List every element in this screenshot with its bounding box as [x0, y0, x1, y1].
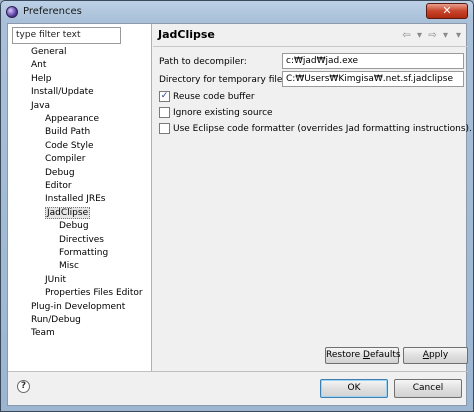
tree-item[interactable]: Install/Update	[31, 86, 94, 99]
decompiler-path-field[interactable]: c:₩jad₩jad.exe	[282, 53, 464, 69]
tree-item[interactable]: Team	[31, 327, 55, 340]
tree-item[interactable]: Appearance	[45, 113, 99, 126]
dialog-body: type filter text General Ant Help Install/U…	[7, 23, 472, 406]
reuse-code-buffer-checkbox[interactable]: ✓	[159, 91, 170, 102]
tree-item-label: Properties Files Editor	[45, 288, 143, 299]
help-icon[interactable]: ?	[17, 380, 30, 393]
title-bar[interactable]: Preferences ✕	[1, 1, 473, 22]
reuse-code-buffer-option[interactable]: ✓ Reuse code buffer	[159, 91, 255, 102]
page-navigation: ⇦ ▾ ⇨ ▾ ▾	[401, 30, 464, 41]
reuse-code-buffer-label: Reuse code buffer	[173, 91, 255, 102]
preference-tree-pane: type filter text General Ant Help Install/U…	[8, 24, 152, 371]
decompiler-path-label: Path to decompiler:	[159, 57, 247, 67]
tree-item[interactable]: Plug-in Development	[31, 301, 125, 314]
tree-item-label: Formatting	[59, 248, 109, 258]
tree-item-label: Editor	[45, 181, 72, 191]
tree-item-label: Java	[31, 100, 51, 111]
ignore-existing-source-checkbox[interactable]	[159, 107, 170, 118]
preference-page: JadClipse ⇦ ▾ ⇨ ▾ ▾ Path to decompiler: …	[153, 24, 472, 371]
forward-menu-chevron-icon[interactable]: ▾	[440, 30, 451, 41]
ignore-existing-source-label: Ignore existing source	[173, 107, 273, 118]
tree-item-label: JadClipse	[45, 206, 91, 219]
header-divider	[153, 46, 468, 47]
eclipse-formatter-checkbox[interactable]	[159, 123, 170, 134]
tree-item-label: Directives	[59, 234, 104, 245]
tree-item[interactable]: JadClipse	[45, 206, 91, 220]
back-menu-chevron-icon[interactable]: ▾	[414, 30, 425, 41]
tree-item-label: General	[31, 47, 67, 57]
tree-item-label: JUnit	[45, 274, 66, 285]
apply-button[interactable]: Apply	[403, 347, 468, 364]
tree-item[interactable]: Code Style	[45, 140, 94, 153]
cancel-button[interactable]: Cancel	[394, 379, 462, 398]
temp-directory-label: Directory for temporary files:	[159, 75, 291, 85]
forward-arrow-icon[interactable]: ⇨	[427, 30, 438, 41]
tree-item[interactable]: Compiler	[45, 153, 86, 166]
tree-item[interactable]: Editor	[45, 180, 72, 193]
tree-item[interactable]: Build Path	[45, 126, 90, 139]
apply-text: pply	[428, 350, 449, 360]
tree-item-label: Build Path	[45, 127, 91, 138]
tree-item-label: Run/Debug	[31, 315, 81, 325]
eclipse-formatter-label: Use Eclipse code formatter (overrides Ja…	[173, 123, 472, 134]
tree-item-label: Plug-in Development	[31, 301, 126, 312]
tree-item-label: Help	[31, 73, 52, 84]
tree-item-label: Compiler	[45, 154, 86, 165]
tree-item[interactable]: Java	[31, 100, 50, 113]
tree-item[interactable]: Run/Debug	[31, 314, 81, 327]
restore-defaults-text-start: Restore	[326, 350, 364, 360]
tree-item[interactable]: JUnit	[45, 274, 66, 287]
tree-item-label: Code Style	[45, 140, 94, 151]
tree-item[interactable]: Help	[31, 73, 52, 86]
ignore-existing-source-option[interactable]: Ignore existing source	[159, 107, 273, 118]
restore-defaults-mnemonic: D	[363, 350, 370, 360]
tree-item[interactable]: Formatting	[59, 247, 108, 260]
tree-item[interactable]: Installed JREs	[45, 193, 106, 206]
tree-item[interactable]: Debug	[45, 167, 75, 180]
tree-item[interactable]: Properties Files Editor	[45, 287, 143, 300]
tree-item[interactable]: Misc	[59, 260, 79, 273]
tree-item-label: Debug	[45, 167, 75, 178]
tree-item[interactable]: Debug	[59, 220, 89, 233]
tree-item[interactable]: Ant	[31, 59, 46, 72]
tree-item-label: Installed JREs	[45, 194, 106, 205]
temp-directory-field[interactable]: C:₩Users₩Kimgisa₩.net.sf.jadclipse	[282, 71, 464, 87]
close-button[interactable]: ✕	[426, 3, 468, 19]
view-menu-chevron-icon[interactable]: ▾	[453, 30, 464, 41]
tree-item[interactable]: Directives	[59, 234, 104, 247]
window-title: Preferences	[23, 6, 82, 17]
tree-item-label: Appearance	[45, 114, 100, 124]
restore-defaults-button[interactable]: Restore Defaults	[325, 347, 401, 364]
tree-item-label: Install/Update	[31, 87, 94, 98]
tree-item-label: Debug	[59, 221, 89, 232]
tree-item-label: Misc	[59, 261, 79, 272]
restore-defaults-text-end: efaults	[369, 350, 401, 360]
eclipse-formatter-option[interactable]: Use Eclipse code formatter (overrides Ja…	[159, 123, 472, 134]
preferences-window: Preferences ✕ type filter text General An…	[0, 0, 474, 412]
filter-input[interactable]: type filter text	[12, 27, 121, 44]
eclipse-icon	[6, 5, 18, 18]
back-arrow-icon[interactable]: ⇦	[401, 30, 412, 41]
ok-button[interactable]: OK	[320, 379, 388, 398]
tree-item-label: Team	[31, 328, 55, 339]
footer-divider	[8, 371, 468, 372]
page-title: JadClipse	[158, 28, 215, 41]
tree-item-label: Ant	[31, 60, 47, 71]
tree-item[interactable]: General	[31, 46, 66, 59]
